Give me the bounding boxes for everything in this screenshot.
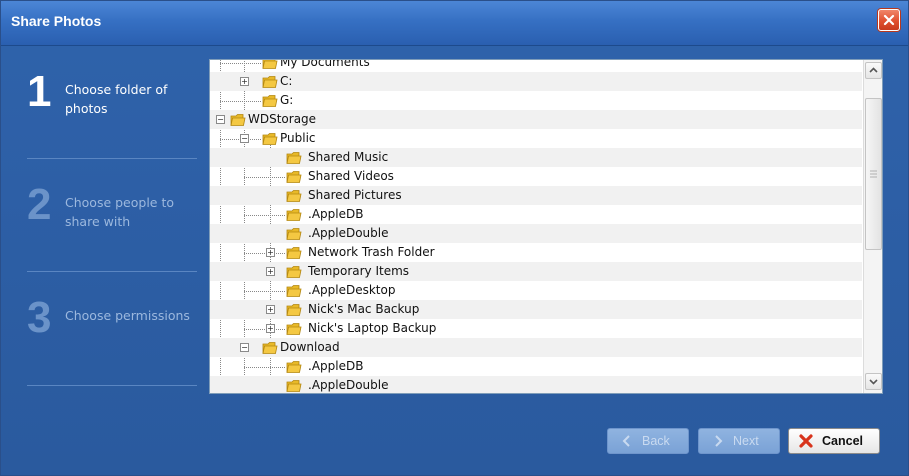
tree-item-label: .AppleDesktop [308,283,396,297]
tree-item[interactable]: Shared Pictures [210,186,862,205]
folder-icon [286,266,302,278]
tree-item[interactable]: + Network Trash Folder [210,243,862,262]
step-number: 3 [27,293,52,342]
tree-item[interactable]: − Download [210,338,862,357]
tree-item[interactable]: .AppleDouble [210,224,862,243]
step-2: 2 Choose people to share with [27,159,197,271]
tree-item-label: Nick's Laptop Backup [308,321,437,335]
scroll-up-button[interactable] [865,62,882,79]
step-label: Choose permissions [65,308,190,323]
cancel-label: Cancel [822,434,863,448]
expand-icon[interactable]: + [240,77,249,86]
tree-item[interactable]: Shared Videos [210,167,862,186]
collapse-icon[interactable]: − [216,115,225,124]
tree-item[interactable]: .AppleDB [210,205,862,224]
vertical-scrollbar[interactable] [863,60,882,393]
cancel-button[interactable]: Cancel [788,428,880,454]
folder-icon [286,190,302,202]
step-number: 1 [27,67,52,116]
folder-icon [286,361,302,373]
folder-icon [262,95,278,107]
tree-item[interactable]: − Public [210,129,862,148]
tree-item[interactable]: + C: [210,72,862,91]
wizard-steps: 1 Choose folder of photos 2 Choose peopl… [27,46,197,386]
next-arrow-icon [715,435,723,447]
tree-item[interactable]: G: [210,91,862,110]
tree-item[interactable]: .AppleDouble [210,376,862,393]
tree-item-label: My Documents [280,59,370,69]
tree-item[interactable]: + Nick's Mac Backup [210,300,862,319]
share-photos-window: Share Photos 1 Choose folder of photos 2… [0,0,909,476]
expand-icon[interactable]: + [266,305,275,314]
tree-item-label: Shared Music [308,150,389,164]
tree-item[interactable]: + Temporary Items [210,262,862,281]
folder-icon [262,133,278,145]
title-bar: Share Photos [1,1,908,46]
tree-item-label: .AppleDouble [308,378,389,392]
tree-item-label: Temporary Items [308,264,410,278]
folder-icon [286,247,302,259]
tree-item-label: .AppleDB [308,207,364,221]
scroll-thumb[interactable] [865,98,882,250]
chevron-up-icon [869,67,878,73]
step-divider [27,385,197,386]
step-label: Choose folder of photos [65,82,168,116]
folder-icon [262,76,278,88]
folder-icon [230,114,246,126]
tree-item-label: Network Trash Folder [308,245,435,259]
tree-item-label: Shared Videos [308,169,394,183]
expand-icon[interactable]: + [266,324,275,333]
tree-item-label: G: [280,93,294,107]
back-arrow-icon [622,435,630,447]
tree-item[interactable]: Shared Music [210,148,862,167]
tree-item[interactable]: − WDStorage [210,110,862,129]
tree-item-label: Nick's Mac Backup [308,302,420,316]
window-title: Share Photos [11,13,102,29]
expand-icon[interactable]: + [266,267,275,276]
tree-item-label: Public [280,131,316,145]
step-1: 1 Choose folder of photos [27,46,197,158]
cancel-x-icon [799,434,813,448]
tree-item[interactable]: + Nick's Laptop Backup [210,319,862,338]
folder-icon [286,380,302,392]
back-label: Back [642,434,670,448]
step-label: Choose people to share with [65,195,175,229]
folder-icon [286,304,302,316]
folder-icon [286,152,302,164]
next-label: Next [733,434,759,448]
expand-icon[interactable]: + [266,248,275,257]
tree-item-label: Download [280,340,340,354]
tree-item-label: Shared Pictures [308,188,402,202]
scroll-down-button[interactable] [865,373,882,390]
step-number: 2 [27,180,52,229]
tree-item[interactable]: .AppleDesktop [210,281,862,300]
tree-item-label: .AppleDouble [308,226,389,240]
folder-tree[interactable]: My Documents + C: G: − WDStorage − Public Shared… [209,59,883,394]
next-button[interactable]: Next [698,428,780,454]
folder-icon [286,209,302,221]
close-button[interactable] [878,9,900,31]
tree-item[interactable]: My Documents [210,59,862,72]
folder-icon [286,228,302,240]
folder-icon [262,60,278,69]
back-button[interactable]: Back [607,428,689,454]
grip-icon [870,170,877,178]
collapse-icon[interactable]: − [240,343,249,352]
collapse-icon[interactable]: − [240,134,249,143]
tree-item-label: .AppleDB [308,359,364,373]
tree-item-label: C: [280,74,293,88]
step-3: 3 Choose permissions [27,272,197,384]
close-icon [883,14,895,26]
folder-icon [262,342,278,354]
folder-icon [286,171,302,183]
folder-icon [286,285,302,297]
tree-rows: My Documents + C: G: − WDStorage − Public Shared… [210,59,862,393]
chevron-down-icon [869,379,878,385]
tree-item[interactable]: .AppleDB [210,357,862,376]
folder-icon [286,323,302,335]
tree-item-label: WDStorage [248,112,317,126]
